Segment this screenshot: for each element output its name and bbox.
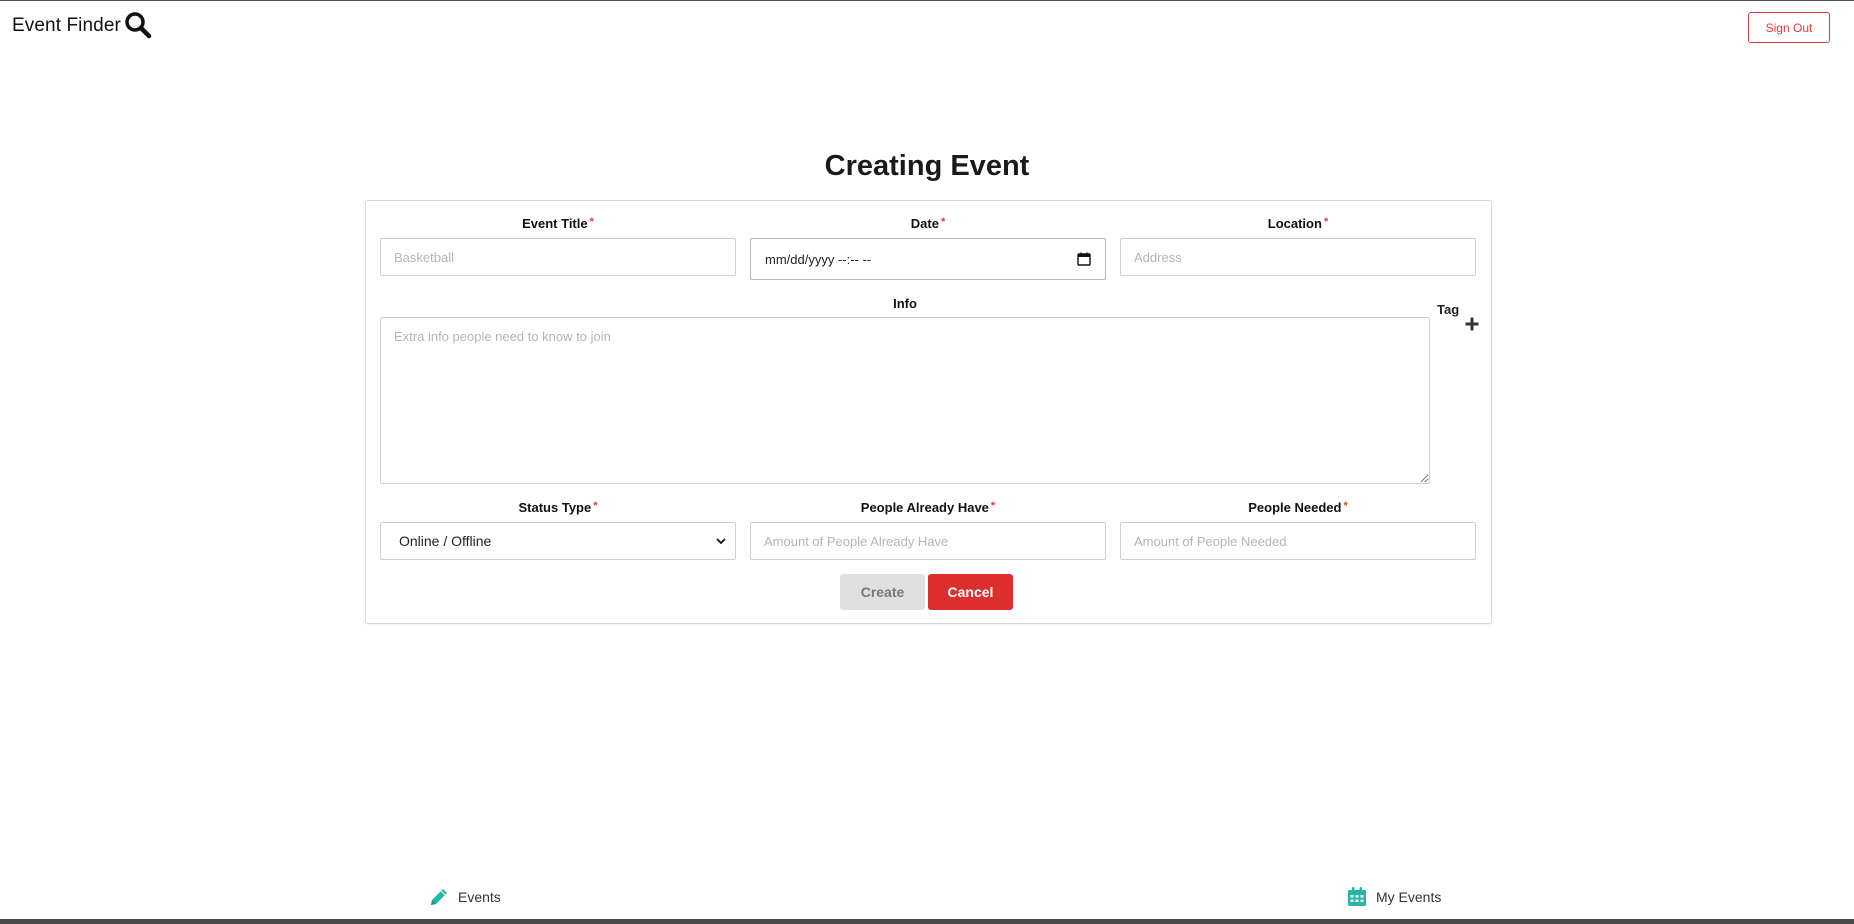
required-mark: * — [990, 500, 996, 512]
date-label: Date * — [750, 216, 1106, 231]
event-title-input[interactable] — [380, 238, 736, 276]
page-title: Creating Event — [824, 150, 1030, 182]
people-have-label-text: People Already Have — [860, 500, 989, 515]
bottom-border — [0, 919, 1854, 924]
sign-out-button[interactable]: Sign Out — [1748, 12, 1830, 43]
info-label: Info — [380, 296, 1430, 311]
event-title-label: Event Title * — [380, 216, 736, 231]
location-label-text: Location — [1267, 216, 1322, 231]
event-title-label-text: Event Title — [522, 216, 588, 231]
chevron-down-icon — [716, 538, 726, 545]
top-border — [0, 0, 1854, 1]
required-mark: * — [940, 216, 946, 228]
tag-label: Tag — [1437, 302, 1460, 317]
create-button[interactable]: Create — [840, 574, 925, 610]
status-type-selected: Online / Offline — [399, 533, 492, 549]
people-needed-input[interactable] — [1120, 522, 1476, 560]
info-textarea[interactable] — [380, 317, 1430, 484]
people-have-input[interactable] — [750, 522, 1106, 560]
nav-events[interactable]: Events — [428, 886, 501, 908]
nav-events-label: Events — [458, 889, 501, 905]
people-needed-label: People Needed * — [1120, 500, 1476, 515]
date-label-text: Date — [910, 216, 939, 231]
required-mark: * — [593, 500, 598, 512]
date-input-value: mm/dd/yyyy --:-- -- — [765, 251, 872, 267]
plus-icon — [1465, 317, 1479, 331]
people-needed-label-text: People Needed — [1248, 500, 1342, 515]
location-label: Location * — [1120, 216, 1476, 231]
nav-my-events[interactable]: My Events — [1346, 886, 1441, 908]
brand-title: Event Finder — [12, 15, 121, 36]
location-input[interactable] — [1120, 238, 1476, 276]
required-mark: * — [1323, 216, 1329, 228]
status-type-select[interactable]: Online / Offline — [380, 522, 736, 560]
brand[interactable]: Event Finder — [12, 12, 153, 40]
nav-my-events-label: My Events — [1376, 889, 1442, 905]
calendar-icon — [1348, 887, 1366, 906]
required-mark: * — [1343, 500, 1348, 512]
date-input[interactable]: mm/dd/yyyy --:-- -- — [750, 238, 1106, 280]
info-label-text: Info — [893, 296, 917, 311]
people-have-label: People Already Have * — [750, 500, 1106, 515]
add-tag-button[interactable] — [1463, 315, 1481, 333]
status-type-label: Status Type * — [380, 500, 736, 515]
cancel-button[interactable]: Cancel — [928, 574, 1013, 610]
search-icon — [125, 12, 152, 39]
calendar-picker-icon[interactable] — [1077, 252, 1091, 266]
required-mark: * — [589, 216, 594, 228]
status-type-label-text: Status Type — [518, 500, 592, 515]
pencil-icon — [431, 889, 447, 905]
